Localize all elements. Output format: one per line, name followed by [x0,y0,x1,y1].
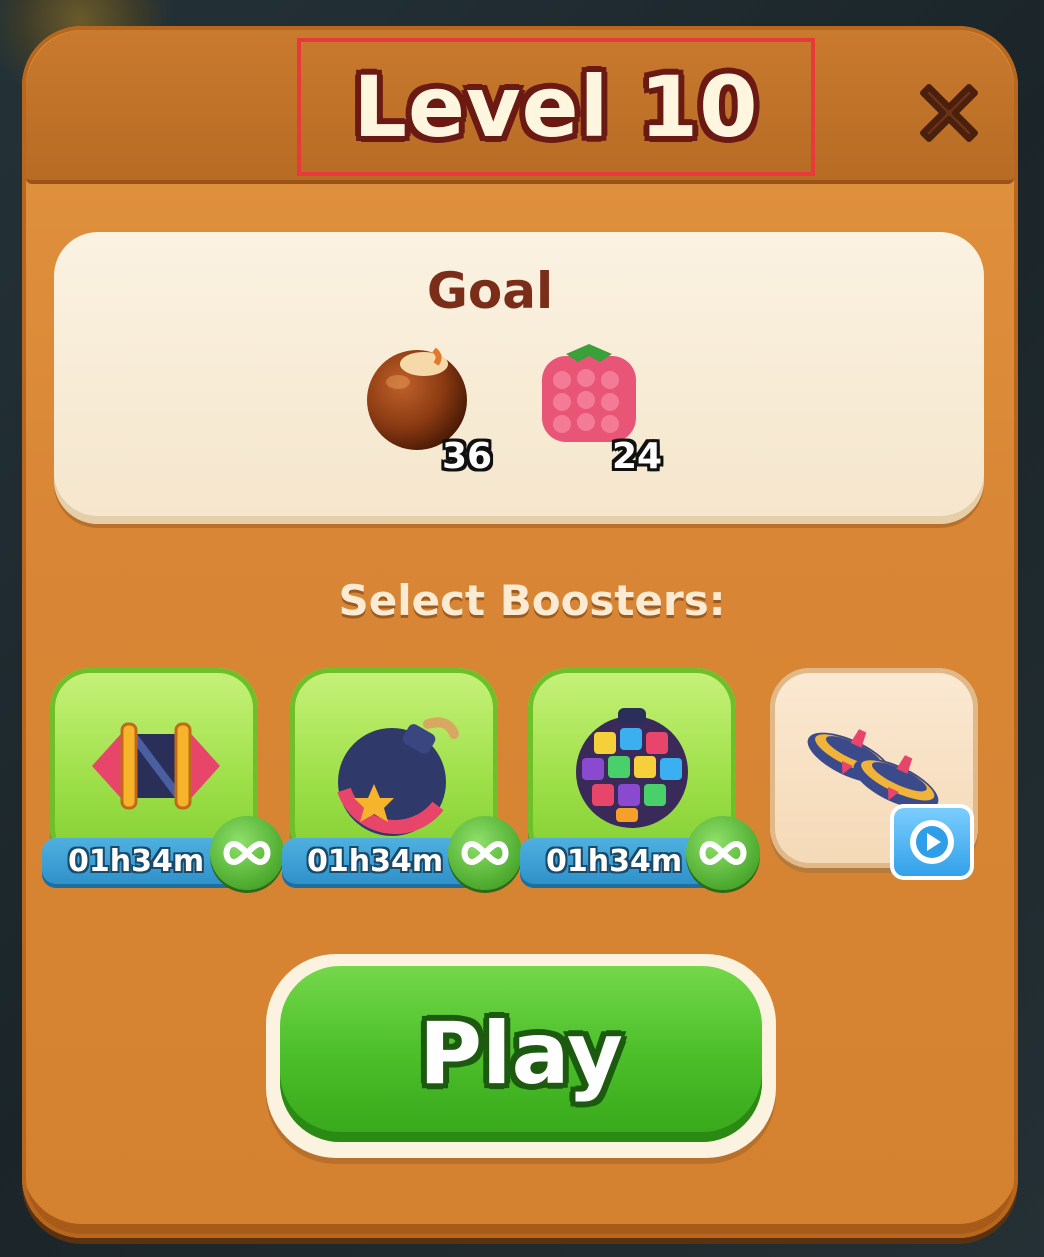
raspberry-icon [542,344,636,442]
level-title: Level 10 [353,58,759,156]
video-icon [910,820,954,864]
goal-item-raspberry [536,340,642,446]
rocket-booster-icon [92,722,220,810]
infinity-icon [461,840,509,866]
infinity-badge-3 [686,816,760,890]
play-button-label: Play [419,1004,623,1104]
play-button-face: Play [280,966,762,1142]
color-ball-booster-icon [576,708,688,828]
play-button[interactable]: Play [266,954,776,1158]
goal-count-raspberry: 24 [612,436,663,477]
bomb-booster-icon [337,717,459,836]
select-boosters-label: Select Boosters: [338,576,726,625]
goal-count-chestnut: 36 [442,436,493,477]
infinity-icon [223,840,271,866]
booster-timer-1: 01h34m [68,844,205,879]
infinity-icon [699,840,747,866]
title-highlight-box: Level 10 [297,38,815,176]
close-icon [920,84,978,142]
booster-timer-3: 01h34m [546,844,683,879]
close-button[interactable] [906,70,992,156]
infinity-badge-2 [448,816,522,890]
infinity-badge-1 [210,816,284,890]
goal-title: Goal [426,262,554,320]
watch-video-badge[interactable] [890,804,974,880]
booster-timer-2: 01h34m [307,844,444,879]
